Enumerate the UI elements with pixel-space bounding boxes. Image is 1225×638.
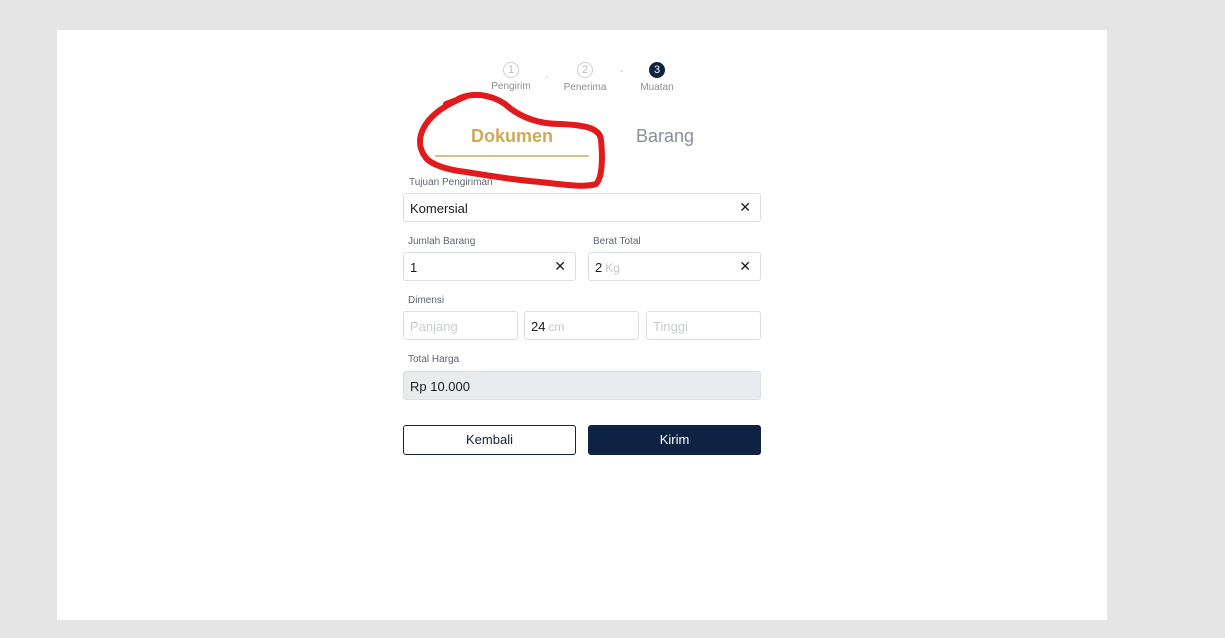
total-harga-label: Total Harga	[408, 354, 460, 365]
clear-icon[interactable]: ✕	[554, 258, 566, 275]
step-3-number: 3	[649, 62, 665, 78]
tab-barang[interactable]: Barang	[610, 126, 720, 147]
tujuan-pengiriman-value: Komersial	[410, 201, 468, 216]
berat-unit: Kg	[605, 261, 620, 275]
kembali-button[interactable]: Kembali	[403, 425, 576, 455]
jumlah-barang-value: 1	[410, 260, 418, 275]
total-harga-value: Rp 10.000	[410, 379, 470, 394]
berat-total-value: 2	[595, 260, 603, 275]
step-3-label: Muatan	[640, 82, 674, 93]
clear-icon[interactable]: ✕	[739, 258, 751, 275]
lebar-field[interactable]: 24 cm	[524, 311, 639, 340]
panjang-field[interactable]: Panjang	[403, 311, 518, 340]
step-pengirim[interactable]: 1 Pengirim	[491, 62, 531, 92]
berat-total-label: Berat Total	[593, 236, 641, 247]
tab-dokumen[interactable]: Dokumen	[440, 126, 584, 147]
panjang-placeholder: Panjang	[410, 319, 458, 334]
step-1-label: Pengirim	[491, 81, 531, 92]
step-separator: -	[620, 66, 624, 77]
tab-dokumen-underline	[435, 155, 589, 157]
tinggi-placeholder: Tinggi	[653, 319, 688, 334]
step-1-number: 1	[503, 62, 519, 78]
step-penerima[interactable]: 2 Penerima	[564, 62, 606, 93]
step-muatan[interactable]: 3 Muatan	[640, 62, 674, 93]
dimensi-label: Dimensi	[408, 295, 445, 306]
lebar-unit: cm	[548, 320, 565, 334]
clear-icon[interactable]: ✕	[739, 199, 751, 216]
total-harga-field: Rp 10.000	[403, 371, 761, 400]
berat-total-field[interactable]: 2 Kg ✕	[588, 252, 761, 281]
step-2-number: 2	[577, 62, 593, 78]
jumlah-barang-label: Jumlah Barang	[408, 236, 476, 247]
lebar-value: 24	[531, 319, 546, 334]
step-separator: -	[545, 72, 549, 83]
step-2-label: Penerima	[563, 82, 607, 93]
kirim-button[interactable]: Kirim	[588, 425, 761, 455]
tujuan-pengiriman-field[interactable]: Komersial ✕	[403, 193, 761, 222]
jumlah-barang-field[interactable]: 1 ✕	[403, 252, 576, 281]
tujuan-pengiriman-label: Tujuan Pengiriman	[409, 177, 493, 188]
tinggi-field[interactable]: Tinggi	[646, 311, 761, 340]
